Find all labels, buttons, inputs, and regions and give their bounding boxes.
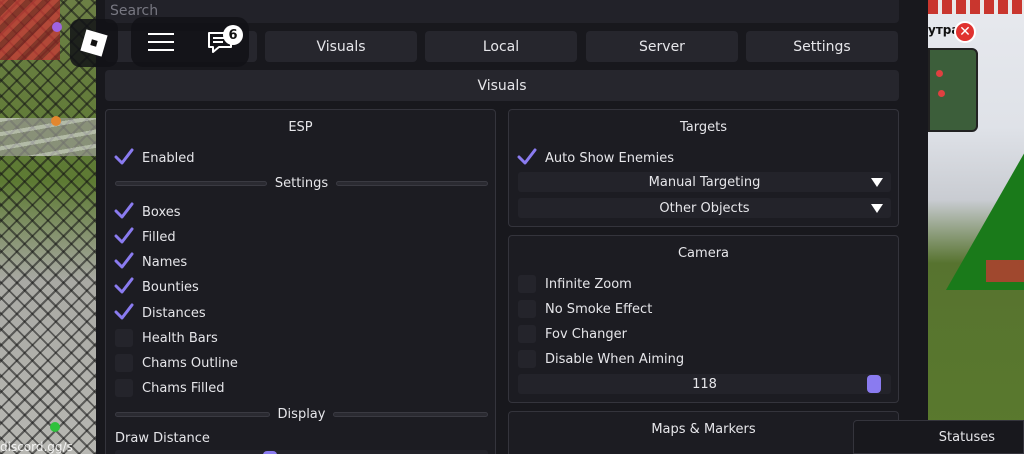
tab-server[interactable]: Server — [586, 31, 738, 62]
maps-markers-title: Maps & Markers — [651, 422, 756, 437]
background-overlay-text: discord.gg/s — [0, 440, 73, 454]
checkbox-unchecked — [518, 325, 536, 343]
draw-distance-label: Draw Distance — [115, 430, 210, 446]
maps-markers-group: Maps & Markers — [508, 411, 899, 454]
player-marker-purple — [52, 22, 62, 32]
checkbox-unchecked — [115, 354, 133, 372]
dropdown-arrow-icon — [871, 178, 883, 187]
option-label: Boxes — [142, 204, 181, 220]
esp-distances-toggle[interactable]: Distances — [114, 303, 206, 323]
camera-group: Camera Infinite Zoom No Smoke Effect Fov… — [508, 235, 899, 403]
fov-value: 118 — [692, 376, 717, 392]
esp-chams-filled-toggle[interactable]: Chams Filled — [115, 378, 224, 398]
esp-boxes-toggle[interactable]: Boxes — [114, 202, 181, 222]
option-label: Names — [142, 254, 188, 270]
targets-group: Targets Auto Show Enemies Manual Targeti… — [508, 109, 899, 227]
roblox-menu-button[interactable] — [70, 19, 118, 67]
dropdown-arrow-icon — [871, 204, 883, 213]
esp-enabled-toggle[interactable]: Enabled — [114, 148, 195, 168]
option-label: Health Bars — [142, 330, 218, 346]
option-label: Disable When Aiming — [545, 351, 685, 367]
esp-enabled-label: Enabled — [142, 150, 195, 166]
auto-show-enemies-toggle[interactable]: Auto Show Enemies — [517, 148, 675, 168]
checkbox-checked-icon — [114, 303, 134, 322]
checkbox-unchecked — [518, 275, 536, 293]
checkbox-checked-icon — [114, 148, 134, 167]
checkbox-checked-icon — [114, 202, 134, 221]
option-label: Chams Filled — [142, 380, 225, 396]
option-label: Auto Show Enemies — [545, 150, 675, 166]
option-label: Bounties — [142, 279, 199, 295]
esp-filled-toggle[interactable]: Filled — [114, 227, 176, 247]
infinite-zoom-toggle[interactable]: Infinite Zoom — [518, 274, 632, 294]
checkbox-unchecked — [115, 329, 133, 347]
checkbox-checked-icon — [114, 252, 134, 271]
option-label: Chams Outline — [142, 355, 238, 371]
esp-health-bars-toggle[interactable]: Health Bars — [115, 328, 218, 348]
settings-divider: Settings — [115, 173, 489, 193]
disable-when-aiming-toggle[interactable]: Disable When Aiming — [518, 349, 684, 369]
checkbox-unchecked — [115, 379, 133, 397]
esp-title: ESP — [288, 120, 313, 135]
minimap-marker — [936, 70, 943, 77]
game-awning — [928, 0, 1024, 14]
tab-settings[interactable]: Settings — [746, 31, 898, 62]
tab-visuals[interactable]: Visuals — [265, 31, 417, 62]
statuses-button[interactable]: Statuses — [853, 420, 1024, 454]
option-label: No Smoke Effect — [545, 301, 653, 317]
game-roof — [0, 0, 60, 60]
checkbox-checked-icon — [517, 148, 537, 167]
roblox-logo-icon — [80, 29, 108, 57]
minimap-marker — [938, 90, 945, 97]
game-world-left — [0, 0, 96, 454]
checkbox-unchecked — [518, 300, 536, 318]
game-road — [0, 118, 96, 156]
checkbox-checked-icon — [114, 227, 134, 246]
option-label: Filled — [142, 229, 176, 245]
hamburger-menu-icon[interactable] — [147, 33, 174, 51]
draw-distance-slider[interactable] — [115, 450, 488, 454]
no-smoke-effect-toggle[interactable]: No Smoke Effect — [518, 299, 652, 319]
section-title: Visuals — [105, 70, 899, 101]
checkbox-checked-icon — [114, 277, 134, 296]
esp-bounties-toggle[interactable]: Bounties — [114, 277, 199, 297]
slider-knob[interactable] — [867, 375, 881, 393]
option-label: Distances — [142, 305, 206, 321]
targets-title: Targets — [680, 120, 727, 135]
esp-names-toggle[interactable]: Names — [114, 252, 188, 272]
fov-slider[interactable]: 118 — [518, 374, 891, 394]
tab-local[interactable]: Local — [425, 31, 577, 62]
game-tree-trunk — [986, 260, 1024, 282]
chat-notification-badge: 6 — [223, 25, 243, 45]
esp-group: ESP Enabled Settings Boxes Filled Names … — [105, 109, 496, 454]
option-label: Fov Changer — [545, 326, 627, 342]
minimap — [928, 48, 978, 132]
fov-changer-toggle[interactable]: Fov Changer — [518, 324, 627, 344]
camera-title: Camera — [677, 246, 730, 261]
close-overlay-button[interactable]: ✕ — [954, 21, 976, 43]
esp-chams-outline-toggle[interactable]: Chams Outline — [115, 353, 238, 373]
option-label: Infinite Zoom — [545, 276, 632, 292]
checkbox-unchecked — [518, 350, 536, 368]
other-objects-dropdown[interactable]: Other Objects — [518, 198, 891, 218]
player-marker-green — [50, 422, 60, 432]
player-marker-orange — [51, 116, 61, 126]
display-divider: Display — [115, 404, 489, 424]
manual-targeting-dropdown[interactable]: Manual Targeting — [518, 172, 891, 192]
